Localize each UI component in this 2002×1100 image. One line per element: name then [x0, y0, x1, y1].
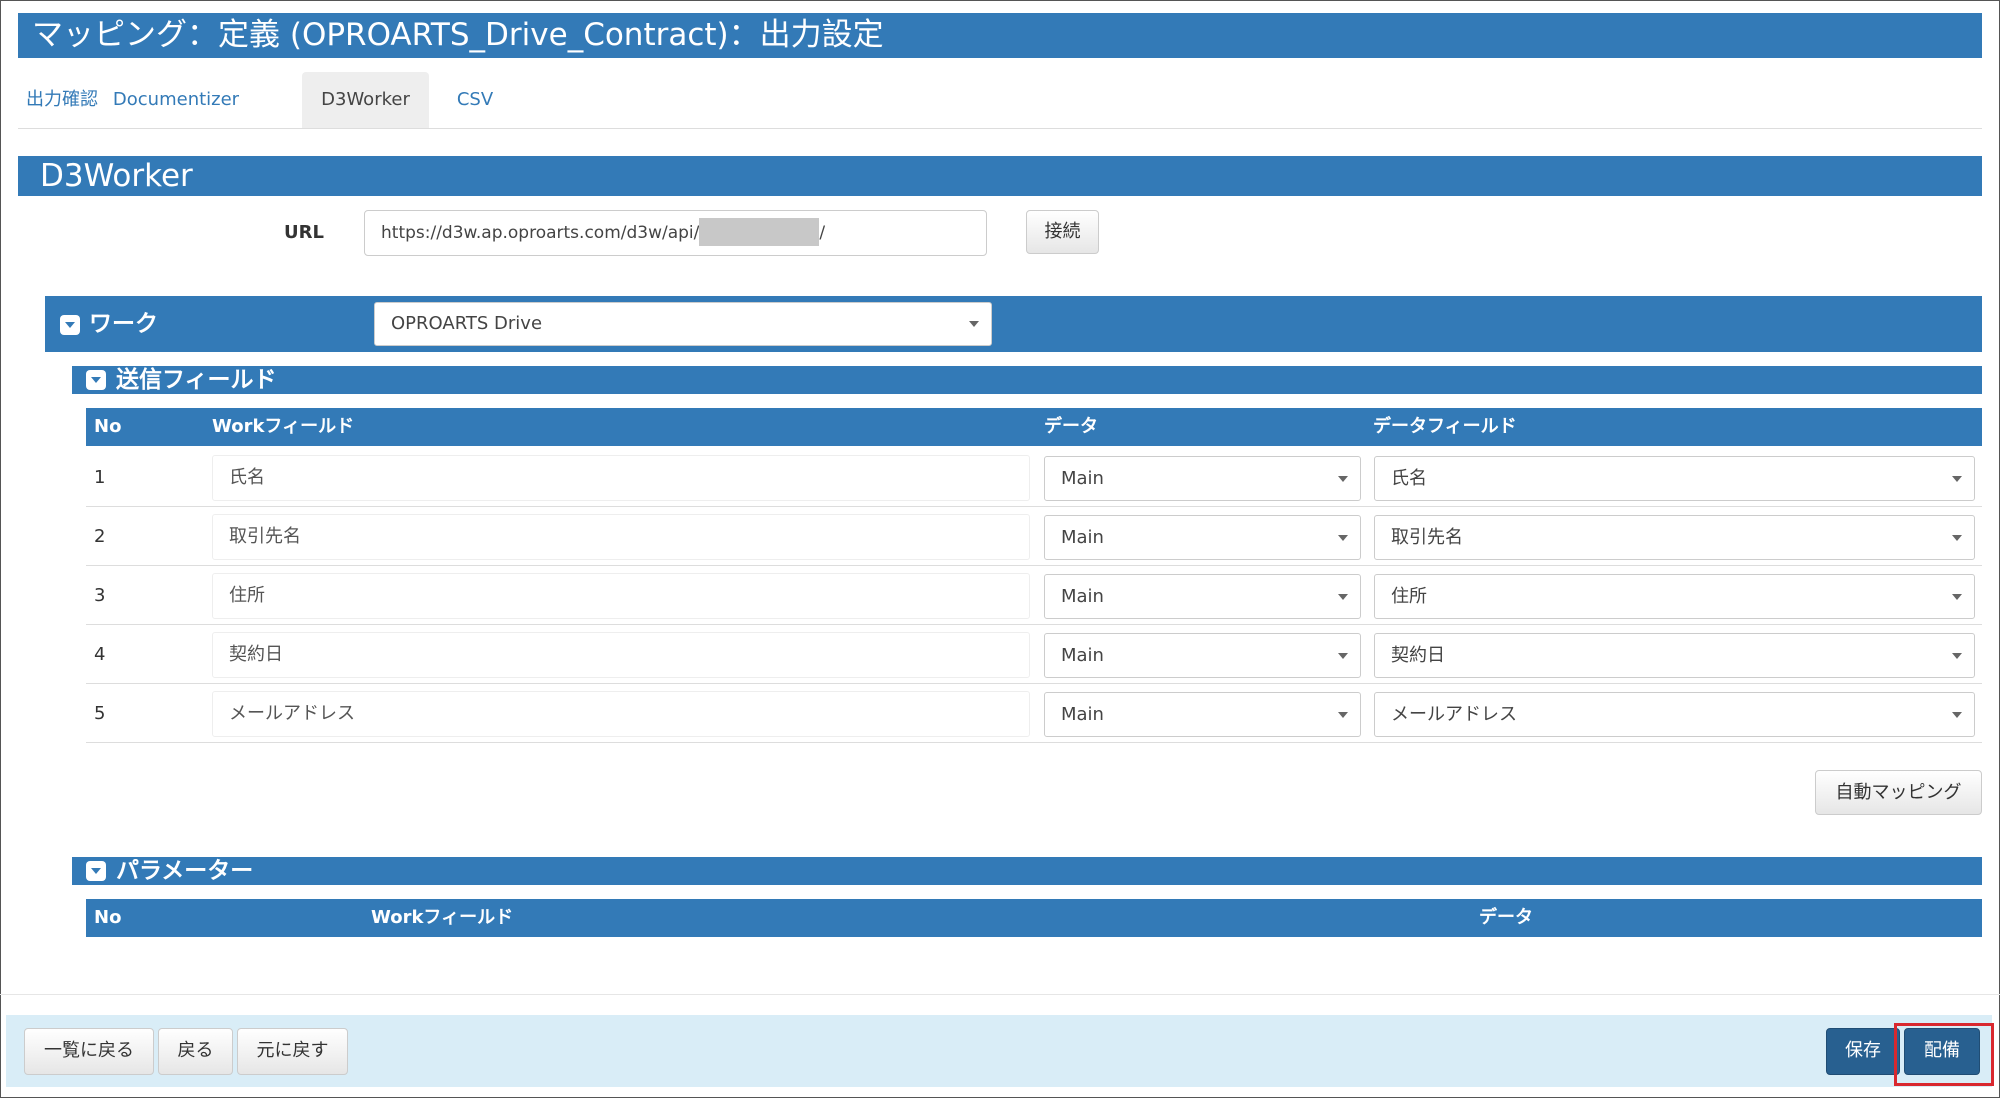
- data-field-select-value: 契約日: [1391, 645, 1445, 666]
- parameters-header: パラメーター: [72, 857, 1982, 885]
- send-fields-table-header: No Workフィールド データ データフィールド: [86, 408, 1982, 446]
- send-fields-title: 送信フィールド: [116, 367, 277, 393]
- url-input[interactable]: https://d3w.ap.oproarts.com/d3w/api/ /: [364, 210, 987, 256]
- footer-toolbar: 一覧に戻る 戻る 元に戻す 保存 配備: [6, 1015, 1994, 1087]
- data-select-value: Main: [1061, 645, 1104, 666]
- auto-mapping-button[interactable]: 自動マッピング: [1815, 770, 1982, 815]
- data-field-select-value: 住所: [1391, 586, 1427, 607]
- tab-bar: 出力確認 Documentizer D3Worker CSV: [18, 72, 1982, 129]
- column-header-data-field: データフィールド: [1373, 416, 1517, 437]
- row-number: 4: [94, 644, 106, 665]
- collapse-icon[interactable]: [60, 315, 80, 335]
- page-title: マッピング：定義 (OPROARTS_Drive_Contract)：出力設定: [18, 13, 1982, 58]
- parameters-title: パラメーター: [116, 858, 254, 884]
- url-value-suffix: /: [819, 223, 826, 243]
- data-field-select[interactable]: 契約日: [1374, 633, 1975, 678]
- data-field-select[interactable]: 取引先名: [1374, 515, 1975, 560]
- collapse-icon[interactable]: [86, 370, 106, 390]
- table-row: 5 メールアドレス Main メールアドレス: [86, 684, 1982, 743]
- work-field-input[interactable]: メールアドレス: [212, 691, 1030, 737]
- table-row: 3 住所 Main 住所: [86, 566, 1982, 625]
- work-label: ワーク: [89, 311, 158, 337]
- back-button[interactable]: 戻る: [158, 1028, 233, 1075]
- table-row: 1 氏名 Main 氏名: [86, 448, 1982, 507]
- footer-divider: [0, 994, 2000, 995]
- data-select[interactable]: Main: [1044, 633, 1361, 678]
- redacted-mask: [699, 217, 820, 246]
- url-value-prefix: https://d3w.ap.oproarts.com/d3w/api/: [381, 223, 700, 243]
- column-header-no: No: [94, 907, 122, 928]
- column-header-no: No: [94, 416, 122, 437]
- data-field-select[interactable]: メールアドレス: [1374, 692, 1975, 737]
- work-field-input[interactable]: 住所: [212, 573, 1030, 619]
- back-to-list-button[interactable]: 一覧に戻る: [24, 1028, 154, 1075]
- tab-documentizer[interactable]: Documentizer: [112, 72, 240, 128]
- url-label: URL: [284, 222, 324, 243]
- data-select[interactable]: Main: [1044, 456, 1361, 501]
- data-field-select-value: 氏名: [1391, 468, 1427, 489]
- data-field-select-value: メールアドレス: [1391, 704, 1517, 725]
- tab-output-check[interactable]: 出力確認: [18, 72, 106, 128]
- data-select-value: Main: [1061, 468, 1104, 489]
- table-row: 2 取引先名 Main 取引先名: [86, 507, 1982, 566]
- work-field-input[interactable]: 氏名: [212, 455, 1030, 501]
- table-row: 4 契約日 Main 契約日: [86, 625, 1982, 684]
- data-select[interactable]: Main: [1044, 574, 1361, 619]
- data-select-value: Main: [1061, 704, 1104, 725]
- section-title: D3Worker: [18, 156, 1982, 196]
- work-select-value: OPROARTS Drive: [391, 313, 543, 334]
- tab-d3worker[interactable]: D3Worker: [302, 72, 429, 128]
- save-button[interactable]: 保存: [1826, 1028, 1900, 1075]
- data-select-value: Main: [1061, 527, 1104, 548]
- work-panel-header: ワーク OPROARTS Drive: [45, 296, 1982, 352]
- parameters-table-header: No Workフィールド データ: [86, 899, 1982, 937]
- data-select[interactable]: Main: [1044, 515, 1361, 560]
- row-number: 5: [94, 703, 106, 724]
- row-number: 2: [94, 526, 106, 547]
- data-field-select-value: 取引先名: [1391, 527, 1463, 548]
- column-header-work-field: Workフィールド: [371, 907, 514, 928]
- send-fields-header: 送信フィールド: [72, 366, 1982, 394]
- collapse-icon[interactable]: [86, 861, 106, 881]
- column-header-data: データ: [1479, 907, 1533, 928]
- work-field-input[interactable]: 取引先名: [212, 514, 1030, 560]
- data-select[interactable]: Main: [1044, 692, 1361, 737]
- work-field-input[interactable]: 契約日: [212, 632, 1030, 678]
- column-header-data: データ: [1044, 416, 1098, 437]
- work-select[interactable]: OPROARTS Drive: [374, 302, 992, 346]
- revert-button[interactable]: 元に戻す: [237, 1028, 348, 1075]
- row-number: 1: [94, 467, 106, 488]
- row-number: 3: [94, 585, 106, 606]
- connect-button[interactable]: 接続: [1026, 210, 1099, 254]
- data-select-value: Main: [1061, 586, 1104, 607]
- tab-csv[interactable]: CSV: [438, 72, 512, 128]
- data-field-select[interactable]: 氏名: [1374, 456, 1975, 501]
- highlight-box: [1894, 1023, 1994, 1086]
- column-header-work-field: Workフィールド: [212, 416, 355, 437]
- data-field-select[interactable]: 住所: [1374, 574, 1975, 619]
